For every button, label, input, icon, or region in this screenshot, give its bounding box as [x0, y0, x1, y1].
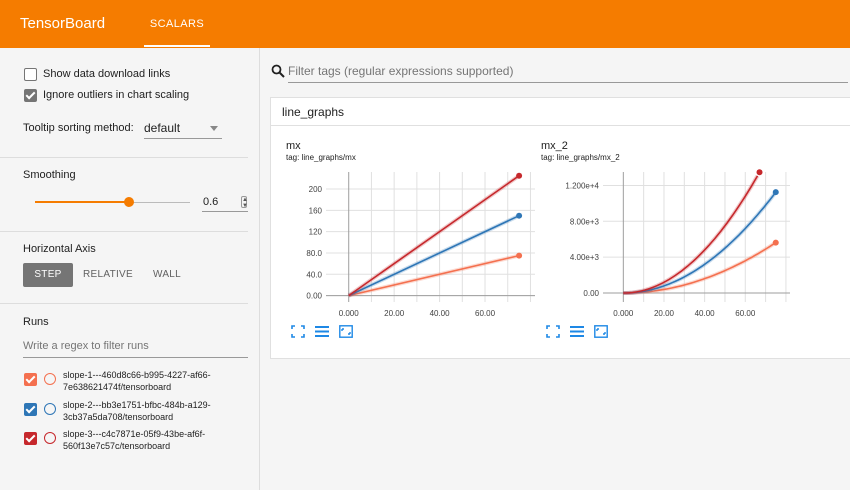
chart-tag-mx: tag: line_graphs/mx: [286, 153, 356, 162]
y-tick-label: 160: [309, 206, 323, 215]
top-app-bar: TensorBoard SCALARS: [0, 0, 850, 48]
fullscreen-icon[interactable]: [546, 325, 560, 338]
runs-title: Runs: [23, 316, 49, 328]
series-endpoint-slope-1: [772, 239, 779, 246]
run-label: slope-2---bb3e1751-bfbc-484b-a129- 3cb37a…: [63, 400, 211, 422]
y-tick-label: 0.00: [306, 292, 322, 301]
smoothing-slider-handle[interactable]: [124, 197, 134, 207]
ignore-outliers-toggle[interactable]: Ignore outliers in chart scaling: [24, 88, 189, 102]
run-color-circle-icon[interactable]: [44, 432, 56, 444]
run-color-circle-icon[interactable]: [44, 373, 56, 385]
list-icon[interactable]: [315, 325, 329, 338]
runs-filter-input[interactable]: Write a regex to filter runs: [23, 336, 248, 358]
app-title: TensorBoard: [20, 15, 106, 32]
chart-tag-mx-2: tag: line_graphs/mx_2: [541, 153, 620, 162]
dropdown-arrow-icon: [210, 126, 218, 131]
tooltip-sorting-label: Tooltip sorting method:: [23, 122, 134, 134]
divider: [0, 303, 248, 304]
run-item-slope-3[interactable]: slope-3---c4c7871e-05f9-43be-af6f- 560f13…: [24, 428, 254, 458]
show-download-links-checkbox[interactable]: [24, 67, 37, 81]
series-endpoint-slope-2: [516, 212, 523, 219]
axis-relative-button[interactable]: RELATIVE: [78, 263, 138, 287]
tag-group-title: line_graphs: [282, 105, 345, 119]
fullscreen-icon[interactable]: [291, 325, 305, 338]
run-checkbox[interactable]: [24, 373, 37, 386]
y-tick-label: 80.0: [306, 249, 322, 258]
smoothing-input[interactable]: 0.6 ▲ ▼: [202, 194, 248, 212]
ignore-outliers-checkbox[interactable]: [24, 88, 37, 102]
axis-wall-button[interactable]: WALL: [145, 263, 189, 287]
chart-title-mx: mx: [286, 140, 301, 152]
chart-mx-2[interactable]: 1.200e+4 8.00e+3 4.00e+3 0.00 0.000 20.00 40.0…: [535, 166, 795, 322]
axis-step-button[interactable]: STEP: [23, 263, 73, 287]
series-endpoint-slope-1: [516, 252, 523, 259]
chart-mx[interactable]: 200 160 120 80.0 40.0 0.00 0.000 20.00 40.00 60.0…: [280, 166, 540, 322]
divider: [0, 157, 248, 158]
show-download-links-label: Show data download links: [43, 68, 171, 80]
series-endpoint-slope-2: [772, 189, 779, 196]
series-endpoint-slope-3: [756, 169, 763, 176]
y-tick-label: 200: [309, 185, 323, 194]
fit-domain-icon[interactable]: [594, 325, 608, 338]
tag-filter-input[interactable]: Filter tags (regular expressions support…: [288, 61, 848, 83]
ignore-outliers-label: Ignore outliers in chart scaling: [43, 89, 190, 101]
series-endpoint-slope-3: [516, 172, 523, 179]
y-tick-label: 8.00e+3: [570, 217, 600, 226]
tag-group-header[interactable]: line_graphs: [271, 98, 850, 126]
tooltip-sorting-select[interactable]: default: [144, 117, 222, 139]
x-tick-label: 20.00: [384, 309, 405, 318]
chart-title-mx-2: mx_2: [541, 140, 568, 152]
run-checkbox[interactable]: [24, 403, 37, 416]
run-item-slope-2[interactable]: slope-2---bb3e1751-bfbc-484b-a129- 3cb37a…: [24, 399, 254, 429]
series-line-slope-2: [623, 191, 777, 294]
run-item-slope-1[interactable]: slope-1---460d8c66-b995-4227-af66- 7e6386…: [24, 369, 254, 399]
y-tick-label: 120: [309, 228, 323, 237]
spinner-icon[interactable]: ▲ ▼: [241, 196, 248, 209]
list-icon[interactable]: [570, 325, 584, 338]
x-tick-label: 0.000: [339, 309, 360, 318]
run-label: slope-1---460d8c66-b995-4227-af66- 7e6386…: [63, 370, 211, 392]
fit-domain-icon[interactable]: [339, 325, 353, 338]
tab-scalars[interactable]: SCALARS: [144, 0, 210, 48]
run-checkbox[interactable]: [24, 432, 37, 445]
x-tick-label: 60.00: [475, 309, 496, 318]
active-tab-indicator: [144, 45, 210, 47]
run-color-circle-icon[interactable]: [44, 403, 56, 415]
x-tick-label: 60.00: [735, 309, 756, 318]
x-tick-label: 0.000: [613, 309, 634, 318]
divider: [0, 231, 248, 232]
x-tick-label: 40.00: [695, 309, 716, 318]
smoothing-title: Smoothing: [23, 169, 76, 181]
tooltip-sorting-value: default: [144, 121, 181, 135]
smoothing-slider-fill: [35, 201, 128, 203]
x-tick-label: 20.00: [654, 309, 675, 318]
series-line-shadow-slope-2: [623, 190, 778, 295]
x-tick-label: 40.00: [430, 309, 451, 318]
horizontal-axis-title: Horizontal Axis: [23, 243, 96, 255]
y-tick-label: 0.00: [583, 289, 599, 298]
y-tick-label: 4.00e+3: [570, 253, 600, 262]
series-line-slope-2: [348, 214, 520, 297]
search-icon: [271, 64, 285, 78]
show-download-links-toggle[interactable]: Show data download links: [24, 67, 170, 81]
run-label: slope-3---c4c7871e-05f9-43be-af6f- 560f13…: [63, 429, 206, 451]
y-tick-label: 40.0: [306, 270, 322, 279]
smoothing-value: 0.6: [203, 196, 219, 208]
y-tick-label: 1.200e+4: [565, 181, 599, 190]
